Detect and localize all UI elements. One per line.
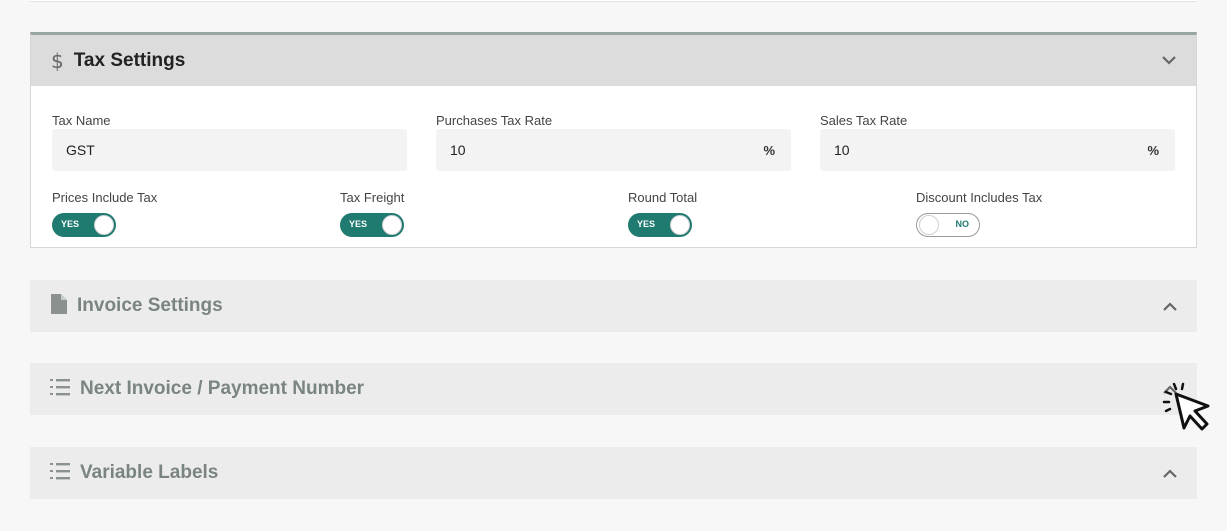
tax-name-input[interactable]: GST <box>52 129 407 171</box>
tax-freight-label: Tax Freight <box>340 190 405 205</box>
chevron-up-icon[interactable] <box>1161 464 1179 482</box>
tax-freight-toggle[interactable]: YES <box>340 213 404 237</box>
toggle-knob <box>670 215 690 235</box>
mouse-pointer-icon <box>1160 380 1216 436</box>
numbered-list-icon <box>50 378 70 401</box>
round-total-label: Round Total <box>628 190 698 205</box>
percent-suffix: % <box>1147 142 1159 158</box>
toggle-state: NO <box>955 219 970 229</box>
invoice-settings-title: Invoice Settings <box>77 295 223 316</box>
round-total-toggle[interactable]: YES <box>628 213 692 237</box>
invoice-settings-panel: Invoice Settings <box>30 280 1197 332</box>
purchases-tax-rate-label: Purchases Tax Rate <box>436 113 553 128</box>
next-invoice-title: Next Invoice / Payment Number <box>80 378 365 399</box>
next-invoice-panel: Next Invoice / Payment Number <box>30 363 1197 415</box>
discount-includes-tax-toggle[interactable]: NO <box>916 213 980 237</box>
tax-name-value: GST <box>66 142 95 158</box>
sales-tax-rate-label: Sales Tax Rate <box>820 113 908 128</box>
variable-labels-header[interactable]: Variable Labels <box>30 447 1197 499</box>
sales-tax-rate-input[interactable]: 10 % <box>820 129 1175 171</box>
toggle-state: YES <box>349 219 368 229</box>
toggle-state: YES <box>61 219 80 229</box>
toggle-knob <box>919 215 939 235</box>
next-invoice-header[interactable]: Next Invoice / Payment Number <box>30 363 1197 415</box>
tax-settings-title: Tax Settings <box>73 49 186 71</box>
percent-suffix: % <box>763 142 775 158</box>
document-icon <box>50 293 67 319</box>
toggle-knob <box>382 215 402 235</box>
numbered-list-icon <box>50 462 70 485</box>
dollar-icon: $ <box>51 48 64 73</box>
tax-settings-header[interactable]: $ Tax Settings <box>31 35 1196 86</box>
prices-include-tax-toggle[interactable]: YES <box>52 213 116 237</box>
invoice-settings-header[interactable]: Invoice Settings <box>30 280 1197 332</box>
chevron-up-icon[interactable] <box>1161 297 1179 315</box>
prices-include-tax-label: Prices Include Tax <box>52 190 158 205</box>
toggle-knob <box>94 215 114 235</box>
tax-name-label: Tax Name <box>52 113 111 128</box>
previous-card <box>30 0 1197 2</box>
sales-tax-rate-value: 10 <box>834 142 850 158</box>
variable-labels-title: Variable Labels <box>80 462 219 483</box>
tax-settings-panel: $ Tax Settings Tax Name Purchases Tax Ra… <box>30 32 1197 248</box>
toggle-state: YES <box>637 219 656 229</box>
purchases-tax-rate-input[interactable]: 10 % <box>436 129 791 171</box>
variable-labels-panel: Variable Labels <box>30 447 1197 499</box>
purchases-tax-rate-value: 10 <box>450 142 466 158</box>
discount-includes-tax-label: Discount Includes Tax <box>916 190 1043 205</box>
chevron-down-icon[interactable] <box>1160 52 1178 70</box>
